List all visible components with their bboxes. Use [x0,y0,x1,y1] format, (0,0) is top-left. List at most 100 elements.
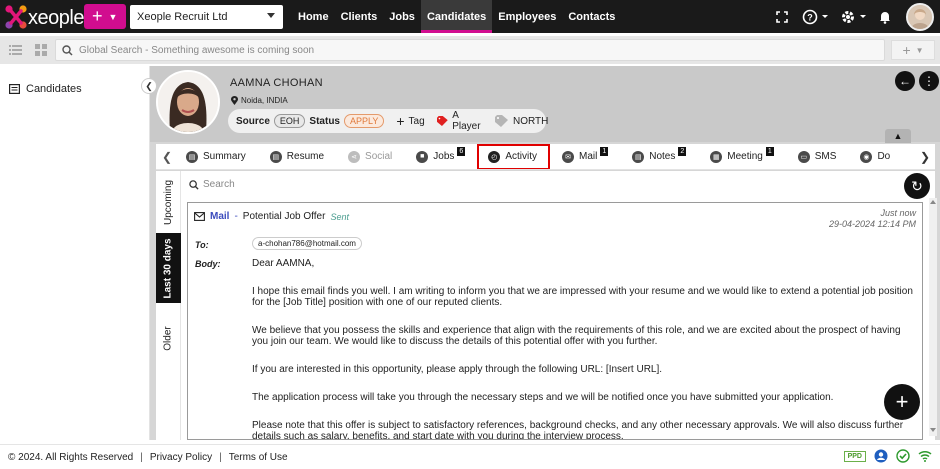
search-icon [189,179,199,190]
tab-notes[interactable]: ▤ Notes 2 [620,144,698,169]
tabs-scroll-left[interactable]: ❮ [156,150,178,164]
tab-summary[interactable]: ▤ Summary [178,144,258,169]
mail-activity-card[interactable]: Mail - Potential Job Offer Sent Just now… [187,202,923,440]
body-paragraph: I hope this email finds you well. I am w… [252,286,913,308]
location-text: Noida, INDIA [241,96,288,105]
candidate-photo [156,70,220,134]
period-label: Last 30 days [163,237,175,299]
notes-count-badge: 2 [678,147,687,156]
period-tab-last-30-days[interactable]: Last 30 days [156,233,181,303]
tab-documents[interactable]: ◉ Do [848,144,902,169]
refresh-icon: ↻ [911,177,923,194]
expand-icon[interactable] [768,0,796,33]
nav-employees[interactable]: Employees [492,0,562,33]
ppd-badge[interactable]: PPD [843,450,866,462]
nav-jobs[interactable]: Jobs [383,0,421,33]
settings-icon[interactable] [836,0,872,33]
mail-time-absolute: 29-04-2024 12:14 PM [828,219,916,229]
tag-icon [436,116,448,126]
bell-icon[interactable] [872,0,898,33]
check-circle-icon[interactable] [896,449,910,463]
add-tag-button[interactable]: + Tag [396,113,424,129]
recipient-chip: a-chohan786@hotmail.com [252,237,362,250]
activity-content: Upcoming Last 30 days Older Search ↻ Mai… [156,171,935,440]
scroll-up-icon[interactable] [930,200,936,204]
back-button[interactable]: ← [895,71,915,91]
help-icon[interactable]: ? [796,0,836,33]
tab-resume[interactable]: ▤ Resume [258,144,336,169]
company-select[interactable]: Xeople Recruit Ltd [130,5,283,29]
nav-home[interactable]: Home [292,0,335,33]
nav-clients[interactable]: Clients [335,0,384,33]
privacy-policy-link[interactable]: Privacy Policy [150,452,212,463]
period-tab-older[interactable]: Older [156,303,181,373]
view-toggle [4,40,52,60]
top-icons: ? [768,0,940,33]
tab-jobs[interactable]: ■ Jobs 6 [404,144,477,169]
collapse-sidebar-button[interactable]: ❮ [141,78,157,94]
xeople-logo[interactable]: xeople [4,3,84,31]
source-chip[interactable]: EOH [273,114,306,128]
tab-social[interactable]: ⋖ Social [336,144,404,169]
body-paragraph: Dear AAMNA, [252,258,315,269]
period-label: Upcoming [163,179,174,225]
chevron-up-icon: ▲ [893,131,903,141]
logo-x-icon [5,5,27,29]
page-scrollbar[interactable] [929,198,937,436]
region-tag[interactable]: NORTH [495,115,548,127]
scroll-down-icon[interactable] [930,428,936,432]
mail-separator: - [234,211,238,222]
a-player-tag[interactable]: A Player [436,110,483,132]
collapse-header-button[interactable]: ▲ [885,129,911,143]
list-view-icon[interactable] [4,40,26,60]
chevron-left-icon: ❮ [145,80,153,91]
nav-candidates[interactable]: Candidates [420,0,493,33]
period-tab-upcoming[interactable]: Upcoming [156,171,181,233]
sidebar-item-candidates[interactable]: Candidates [9,83,82,95]
mail-type-label[interactable]: Mail [210,211,229,222]
body-paragraph: The application process will take you th… [252,392,834,403]
wifi-icon [918,450,932,462]
chevron-left-icon: ❮ [161,149,173,164]
location-pin-icon [231,96,238,105]
add-new-button[interactable]: + ▼ [891,40,935,60]
add-activity-button[interactable]: + [884,384,920,420]
mail-icon: ✉ [562,150,574,163]
global-search-input[interactable]: Global Search - Something awesome is com… [55,39,885,61]
user-avatar[interactable] [906,2,934,31]
envelope-icon [194,212,205,221]
candidate-meta-bar: Source EOH Status APPLY + Tag A Player N… [228,109,548,133]
chevron-down-icon: ▼ [108,11,118,22]
briefcase-icon: ■ [416,150,429,163]
more-menu-button[interactable]: ⋮ [919,71,939,91]
nav-contacts[interactable]: Contacts [562,0,621,33]
sidebar-item-label: Candidates [26,83,82,95]
candidate-panel: AAMNA CHOHAN Noida, INDIA Source EOH Sta… [150,66,940,440]
tab-mail[interactable]: ✉ Mail 1 [550,144,620,169]
notes-icon: ▤ [632,150,645,163]
activity-icon: ◴ [488,150,501,163]
footer: © 2024. All Rights Reserved | Privacy Po… [0,444,940,469]
tab-meeting[interactable]: ▦ Meeting 1 [698,144,785,169]
tab-activity[interactable]: ◴ Activity [477,144,550,169]
tab-label: Notes [649,151,676,162]
refresh-button[interactable]: ↻ [904,173,930,199]
terms-of-use-link[interactable]: Terms of Use [229,452,288,463]
tabs-scroll-right[interactable]: ❯ [915,144,935,169]
grid-view-icon[interactable] [30,40,52,60]
copyright-text: © 2024. All Rights Reserved [8,451,134,463]
plus-icon: + [92,6,103,26]
quick-add-button[interactable]: + ▼ [84,4,126,29]
eye-icon: ◉ [860,150,873,163]
tab-label: Resume [286,151,325,162]
account-circle-icon[interactable] [874,449,888,463]
activity-search-input[interactable]: Search [189,179,235,190]
plus-icon: + [902,42,911,58]
footer-divider: | [140,451,143,463]
status-chip[interactable]: APPLY [343,114,385,128]
candidate-tabs: ❮ ▤ Summary ▤ Resume ⋖ Social ■ Jobs 6 ◴… [156,144,935,170]
chevron-down-icon: ▼ [915,45,924,55]
tab-sms[interactable]: ▭ SMS [786,144,849,169]
search-icon [62,44,73,56]
left-sidebar: Candidates [0,66,150,440]
